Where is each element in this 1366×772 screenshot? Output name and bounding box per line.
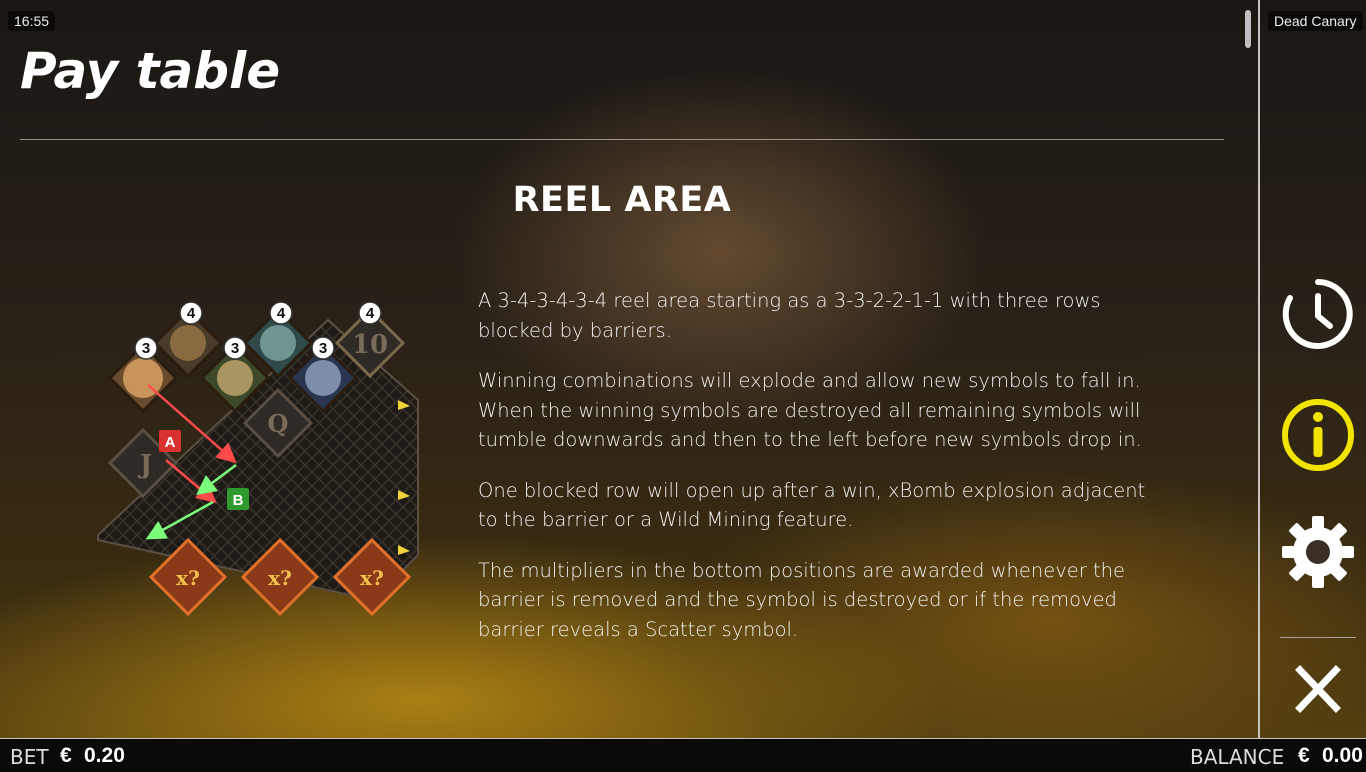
page-title: Pay table bbox=[20, 42, 281, 100]
clock-history-icon bbox=[1282, 279, 1353, 349]
bet-value: 0.20 bbox=[84, 744, 125, 767]
multiplier-tiles: x? x? x? bbox=[148, 537, 412, 617]
paragraph: One blocked row will open up after a win… bbox=[478, 478, 1146, 532]
settings-button[interactable] bbox=[1280, 514, 1356, 590]
close-button[interactable] bbox=[1280, 652, 1356, 728]
game-name-label: Dead Canary bbox=[1268, 11, 1363, 31]
section-title: REEL AREA bbox=[512, 180, 732, 220]
svg-text:3: 3 bbox=[319, 340, 327, 357]
svg-text:x?: x? bbox=[360, 566, 384, 590]
svg-text:4: 4 bbox=[277, 305, 286, 322]
svg-text:x?: x? bbox=[176, 566, 200, 590]
svg-text:3: 3 bbox=[142, 340, 150, 357]
scrollbar[interactable] bbox=[1245, 10, 1251, 48]
info-button[interactable] bbox=[1280, 397, 1356, 473]
section-description: A 3-4-3-4-3-4 reel area starting as a 3-… bbox=[478, 286, 1158, 665]
svg-text:B: B bbox=[233, 492, 244, 509]
svg-text:4: 4 bbox=[187, 305, 196, 322]
history-button[interactable] bbox=[1280, 276, 1356, 352]
sidebar-small-divider bbox=[1280, 637, 1356, 638]
balance-label: BALANCE bbox=[1190, 745, 1285, 769]
svg-text:x?: x? bbox=[268, 566, 292, 590]
marker-a: A bbox=[159, 430, 181, 452]
title-divider bbox=[20, 139, 1224, 140]
svg-text:J: J bbox=[138, 450, 152, 480]
bottom-bar: BET € 0.20 BALANCE € 0.00 bbox=[0, 738, 1366, 772]
info-icon bbox=[1282, 399, 1354, 471]
paragraph: A 3-4-3-4-3-4 reel area starting as a 3-… bbox=[478, 289, 1101, 342]
svg-text:3: 3 bbox=[231, 340, 239, 357]
svg-text:Q: Q bbox=[268, 409, 289, 438]
paragraph: The multipliers in the bottom positions … bbox=[478, 558, 1126, 641]
paragraph: Winning combinations will explode and al… bbox=[478, 369, 1142, 451]
clock: 16:55 bbox=[8, 11, 56, 31]
svg-text:4: 4 bbox=[366, 305, 375, 322]
close-icon bbox=[1295, 665, 1341, 713]
svg-text:A: A bbox=[165, 434, 176, 451]
sidebar-divider bbox=[1258, 0, 1260, 738]
reel-area-diagram: 10 Q J 3 4 3 4 3 4 x? x? x? A B bbox=[97, 301, 419, 617]
balance-value: 0.00 bbox=[1322, 744, 1363, 767]
bet-label: BET bbox=[10, 745, 49, 769]
balance-currency: € bbox=[1298, 744, 1310, 767]
bet-currency: € bbox=[60, 744, 72, 767]
svg-text:10: 10 bbox=[352, 330, 388, 360]
gear-icon bbox=[1282, 516, 1354, 588]
marker-b: B bbox=[227, 488, 249, 510]
